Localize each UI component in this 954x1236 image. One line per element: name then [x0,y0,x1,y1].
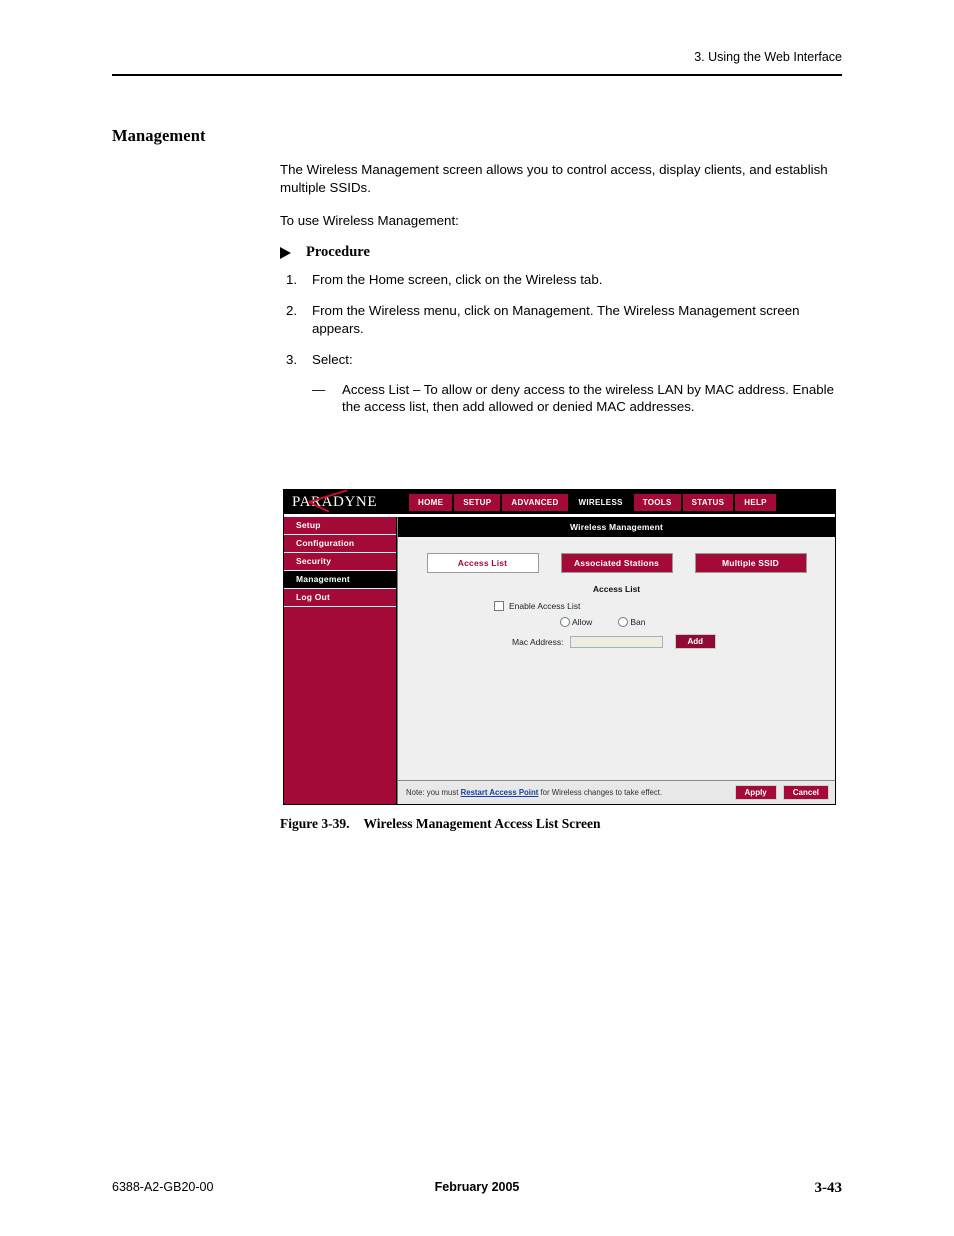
access-list-form: Enable Access List Allow Ban Mac Address… [398,601,835,649]
intro-paragraph-2: To use Wireless Management: [280,213,459,228]
add-button[interactable]: Add [674,634,717,649]
app-top-bar: PARADYNE HOME SETUP ADVANCED WIRELESS TO… [284,489,835,514]
step-number: 3. [286,352,298,367]
subtab-associated-stations[interactable]: Associated Stations [560,553,673,573]
sidebar: Setup Configuration Security Management … [284,517,397,804]
list-item: — Access List – To allow or deny access … [312,381,842,416]
panel-main: Access List Associated Stations Multiple… [398,537,835,780]
step-text: From the Home screen, click on the Wirel… [312,271,603,287]
sidebar-item-management[interactable]: Management [284,571,396,589]
allow-radio[interactable] [560,617,570,627]
list-item: 1. From the Home screen, click on the Wi… [280,271,842,289]
sub-tab-bar: Access List Associated Stations Multiple… [398,553,835,573]
cancel-button[interactable]: Cancel [782,785,829,800]
app-body: Setup Configuration Security Management … [284,517,835,804]
sub-item-text: Access List – To allow or deny access to… [342,381,834,415]
sidebar-item-configuration[interactable]: Configuration [284,535,396,553]
figure-number: Figure 3-39. [280,816,350,831]
enable-access-list-label: Enable Access List [509,601,581,611]
subtab-access-list[interactable]: Access List [426,553,539,573]
tab-help[interactable]: HELP [735,493,776,511]
mac-address-row: Mac Address: Add [494,634,835,649]
sidebar-item-security[interactable]: Security [284,553,396,571]
tab-tools[interactable]: TOOLS [633,493,681,511]
logo-text: PARADYNE [292,494,378,510]
allow-ban-radio-row: Allow Ban [494,617,835,627]
figure-title: Wireless Management Access List Screen [363,816,601,831]
tab-home[interactable]: HOME [409,493,453,511]
list-item: 3. Select: — Access List – To allow or d… [280,351,842,416]
footer-date: February 2005 [434,1180,520,1194]
tab-status[interactable]: STATUS [682,493,734,511]
sidebar-item-setup[interactable]: Setup [284,517,396,535]
ban-radio[interactable] [618,617,629,627]
procedure-label: Procedure [306,243,370,260]
sub-item-list: — Access List – To allow or deny access … [312,381,842,416]
step-number: 1. [286,271,298,287]
em-dash-bullet: — [312,381,326,397]
note-suffix: for Wireless changes to take effect. [538,788,663,797]
tab-advanced[interactable]: ADVANCED [502,493,568,511]
tab-setup[interactable]: SETUP [454,493,501,511]
body-column: The Wireless Management screen allows yo… [280,161,842,430]
procedure-heading: Procedure [280,244,842,261]
tab-wireless[interactable]: WIRELESS [569,493,632,511]
step-number: 2. [286,303,298,318]
step-text: Select: [312,352,353,367]
figure-caption: Figure 3-39. Wireless Management Access L… [280,816,600,832]
mac-address-label: Mac Address: [512,636,564,647]
footer-page-number: 3-43 [814,1180,843,1196]
header-rule [112,74,842,76]
procedure-step-list: 1. From the Home screen, click on the Wi… [280,271,842,416]
mac-address-input[interactable] [569,635,663,648]
access-list-heading: Access List [592,584,641,594]
panel-title: Wireless Management [398,517,835,537]
content-panel: Wireless Management Access List Associat… [397,517,835,804]
panel-footer: Note: you must Restart Access Point for … [398,780,835,804]
paradyne-logo: PARADYNE [292,489,400,513]
running-head: 3. Using the Web Interface [694,50,842,64]
note-prefix: Note: you must [406,788,461,797]
ban-label: Ban [630,617,646,627]
footer-doc-number: 6388-A2-GB20-00 [112,1180,214,1194]
triangle-right-icon [280,246,291,259]
restart-access-point-link[interactable]: Restart Access Point [461,788,539,797]
sidebar-item-log-out[interactable]: Log Out [284,589,396,607]
figure-screenshot: PARADYNE HOME SETUP ADVANCED WIRELESS TO… [283,489,836,805]
allow-label: Allow [572,617,593,627]
intro-paragraph: The Wireless Management screen allows yo… [280,162,828,195]
main-nav-tabs: HOME SETUP ADVANCED WIRELESS TOOLS STATU… [409,493,776,511]
list-item: 2. From the Wireless menu, click on Mana… [280,302,842,337]
restart-note: Note: you must Restart Access Point for … [406,788,729,797]
enable-access-list-checkbox[interactable] [494,601,504,611]
apply-button[interactable]: Apply [734,785,777,800]
page-title: Management [112,126,206,145]
subtab-multiple-ssid[interactable]: Multiple SSID [694,553,807,573]
enable-access-list-row: Enable Access List [494,601,835,611]
step-text: From the Wireless menu, click on Managem… [312,303,800,336]
